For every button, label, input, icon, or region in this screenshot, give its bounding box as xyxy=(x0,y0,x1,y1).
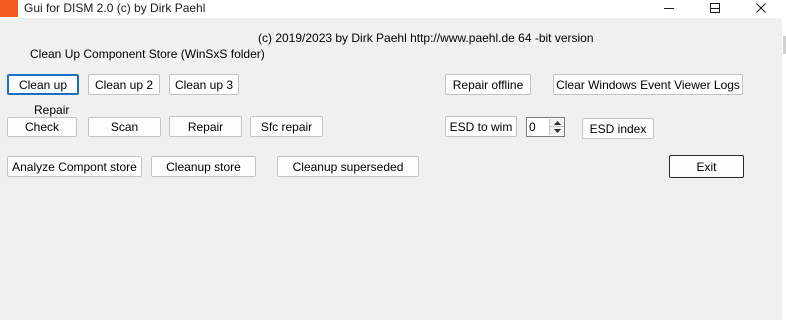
maximize-icon xyxy=(710,3,720,13)
clean-up-button[interactable]: Clean up xyxy=(7,74,79,95)
esd-index-spinner[interactable]: 0 xyxy=(526,117,565,137)
chevron-down-icon xyxy=(553,129,561,133)
clear-event-viewer-logs-button[interactable]: Clear Windows Event Viewer Logs xyxy=(553,74,743,95)
clean-up-3-button[interactable]: Clean up 3 xyxy=(169,74,239,95)
close-button[interactable] xyxy=(738,0,784,16)
esd-to-wim-button[interactable]: ESD to wim xyxy=(445,116,517,137)
sfc-repair-button[interactable]: Sfc repair xyxy=(250,116,323,137)
esd-index-value[interactable]: 0 xyxy=(529,120,536,134)
minimize-button-alt[interactable] xyxy=(646,0,692,16)
check-button[interactable]: Check xyxy=(7,117,77,137)
copyright-label: (c) 2019/2023 by Dirk Paehl http://www.p… xyxy=(258,31,594,45)
clean-up-2-button[interactable]: Clean up 2 xyxy=(88,74,160,95)
window-edge xyxy=(782,18,786,320)
cleanup-superseded-button[interactable]: Cleanup superseded xyxy=(277,156,419,177)
cleanup-store-button[interactable]: Cleanup store xyxy=(151,156,256,177)
spin-down-button[interactable] xyxy=(550,127,564,135)
esd-index-button[interactable]: ESD index xyxy=(582,118,654,139)
spinner-buttons xyxy=(549,119,564,135)
close-icon xyxy=(756,3,766,13)
repair-button[interactable]: Repair xyxy=(169,116,242,137)
chevron-up-icon xyxy=(553,120,561,125)
analyze-component-store-button[interactable]: Analyze Compont store xyxy=(7,156,142,177)
maximize-button[interactable] xyxy=(692,0,738,16)
repair-offline-button[interactable]: Repair offline xyxy=(445,74,531,95)
spin-up-button[interactable] xyxy=(550,119,564,127)
repair-section-label: Repair xyxy=(34,103,70,117)
window-title: Gui for DISM 2.0 (c) by Dirk Paehl xyxy=(24,1,206,15)
cleanup-section-label: Clean Up Component Store (WinSxS folder) xyxy=(30,47,265,61)
scan-button[interactable]: Scan xyxy=(88,117,161,137)
minimize-icon xyxy=(664,8,674,9)
app-icon xyxy=(0,0,18,17)
title-bar[interactable]: Gui for DISM 2.0 (c) by Dirk Paehl xyxy=(0,0,786,18)
exit-button[interactable]: Exit xyxy=(669,155,744,178)
